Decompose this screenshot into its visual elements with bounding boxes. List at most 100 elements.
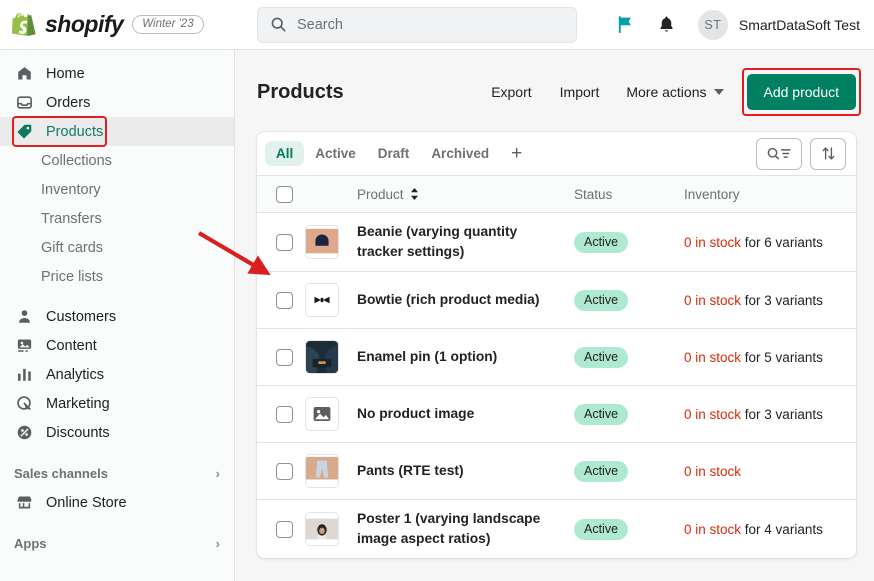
table-row[interactable]: Bowtie (rich product media) Active 0 in … [257, 272, 856, 329]
export-button[interactable]: Export [477, 76, 545, 108]
row-inventory-cell: 0 in stock for 5 variants [684, 350, 856, 365]
row-checkbox[interactable] [275, 462, 293, 480]
product-name-link[interactable]: Bowtie (rich product media) [357, 290, 565, 310]
inventory-count: 0 in stock [684, 292, 742, 308]
beanie-thumbnail [305, 225, 339, 259]
bowtie-thumbnail [305, 283, 339, 317]
row-status-cell: Active [574, 460, 684, 482]
row-checkbox[interactable] [275, 291, 293, 309]
sidebar-item-price-lists[interactable]: Price lists [0, 262, 234, 291]
sidebar-item-discounts[interactable]: Discounts [0, 418, 234, 447]
sort-arrows-icon [822, 147, 834, 160]
header-status-cell: Status [574, 187, 684, 202]
user-menu[interactable]: ST SmartDataSoft Test [697, 9, 860, 40]
sidebar-item-collections[interactable]: Collections [0, 146, 234, 175]
table-row[interactable]: Poster 1 (varying landscape image aspect… [257, 500, 856, 558]
status-badge: Active [574, 231, 629, 253]
body-area: Home Orders Products Collections Invento… [0, 50, 874, 581]
avatar: ST [697, 9, 728, 40]
status-badge: Active [574, 403, 629, 425]
product-name-link[interactable]: No product image [357, 404, 500, 424]
inventory-variants: for 5 variants [744, 349, 823, 365]
search-icon [271, 17, 286, 32]
row-product-cell: Beanie (varying quantity tracker setting… [357, 222, 574, 262]
sidebar-section-sales-channels[interactable]: Sales channels › [0, 458, 234, 488]
table-row[interactable]: No product image Active 0 in stock for 3… [257, 386, 856, 443]
row-image-cell [305, 512, 357, 546]
product-name-link[interactable]: Enamel pin (1 option) [357, 347, 523, 367]
sidebar-label-discounts: Discounts [46, 424, 110, 441]
shopify-logo[interactable]: shopify [12, 11, 124, 39]
sidebar-item-orders[interactable]: Orders [0, 88, 234, 117]
header-status-label: Status [574, 186, 613, 202]
sidebar-item-inventory[interactable]: Inventory [0, 175, 234, 204]
tab-draft[interactable]: Draft [367, 141, 421, 166]
shopify-bag-icon [12, 12, 36, 36]
sidebar-label-inventory: Inventory [41, 181, 101, 198]
sidebar-item-home[interactable]: Home [0, 59, 234, 88]
sidebar-label-online-store: Online Store [46, 494, 127, 511]
inventory-count: 0 in stock [684, 463, 742, 479]
row-select-cell [257, 405, 305, 423]
sort-indicator-icon [410, 188, 419, 200]
row-product-cell: No product image [357, 404, 574, 424]
row-status-cell: Active [574, 346, 684, 368]
sidebar-item-analytics[interactable]: Analytics [0, 360, 234, 389]
online-store-icon [14, 494, 34, 511]
header-inventory-cell: Inventory [684, 187, 856, 202]
row-image-cell [305, 397, 357, 431]
sidebar-item-marketing[interactable]: Marketing [0, 389, 234, 418]
table-row[interactable]: Pants (RTE test) Active 0 in stock [257, 443, 856, 500]
sidebar-item-products[interactable]: Products [0, 117, 234, 146]
product-name-link[interactable]: Pants (RTE test) [357, 461, 490, 481]
product-name-link[interactable]: Beanie (varying quantity tracker setting… [357, 222, 574, 262]
products-tag-icon [14, 123, 34, 140]
more-actions-label: More actions [626, 84, 707, 100]
table-header-row: Product Status Inventory [257, 176, 856, 213]
table-row[interactable]: Enamel pin (1 option) Active 0 in stock … [257, 329, 856, 386]
select-all-checkbox[interactable] [275, 185, 293, 203]
tab-archived[interactable]: Archived [420, 141, 500, 166]
sidebar-item-customers[interactable]: Customers [0, 302, 234, 331]
tab-all[interactable]: All [265, 141, 305, 166]
row-select-cell [257, 462, 305, 480]
sort-button[interactable] [810, 137, 846, 170]
row-inventory-cell: 0 in stock for 3 variants [684, 407, 856, 422]
sidebar-label-products: Products [46, 123, 104, 140]
sidebar: Home Orders Products Collections Invento… [0, 50, 235, 581]
header-product-cell[interactable]: Product [357, 187, 574, 202]
bell-icon[interactable] [657, 15, 676, 34]
page-header: Products Export Import More actions Add … [257, 68, 861, 116]
top-bar: shopify Winter '23 Search ST SmartDataSo… [0, 0, 874, 50]
add-product-button[interactable]: Add product [746, 74, 856, 110]
import-button[interactable]: Import [546, 76, 614, 108]
row-checkbox[interactable] [275, 233, 293, 251]
row-image-cell [305, 340, 357, 374]
inventory-count: 0 in stock [684, 349, 742, 365]
row-select-cell [257, 348, 305, 366]
sidebar-label-transfers: Transfers [41, 210, 102, 227]
row-status-cell: Active [574, 289, 684, 311]
row-image-cell [305, 454, 357, 488]
sidebar-item-online-store[interactable]: Online Store [0, 488, 234, 517]
content-icon [14, 337, 34, 354]
tab-active[interactable]: Active [304, 141, 367, 166]
flag-icon[interactable] [616, 15, 635, 34]
inventory-count: 0 in stock [684, 406, 742, 422]
row-checkbox[interactable] [275, 405, 293, 423]
add-tab-button[interactable]: + [500, 144, 533, 163]
table-row[interactable]: Beanie (varying quantity tracker setting… [257, 213, 856, 272]
more-actions-button[interactable]: More actions [613, 76, 736, 108]
sidebar-item-content[interactable]: Content [0, 331, 234, 360]
row-checkbox[interactable] [275, 348, 293, 366]
sidebar-item-transfers[interactable]: Transfers [0, 204, 234, 233]
product-name-link[interactable]: Poster 1 (varying landscape image aspect… [357, 509, 574, 549]
orders-icon [14, 94, 34, 111]
row-checkbox[interactable] [275, 520, 293, 538]
search-input[interactable]: Search [257, 6, 577, 43]
search-filter-button[interactable] [756, 137, 802, 170]
sidebar-item-gift-cards[interactable]: Gift cards [0, 233, 234, 262]
sidebar-section-apps[interactable]: Apps › [0, 528, 234, 558]
row-status-cell: Active [574, 403, 684, 425]
